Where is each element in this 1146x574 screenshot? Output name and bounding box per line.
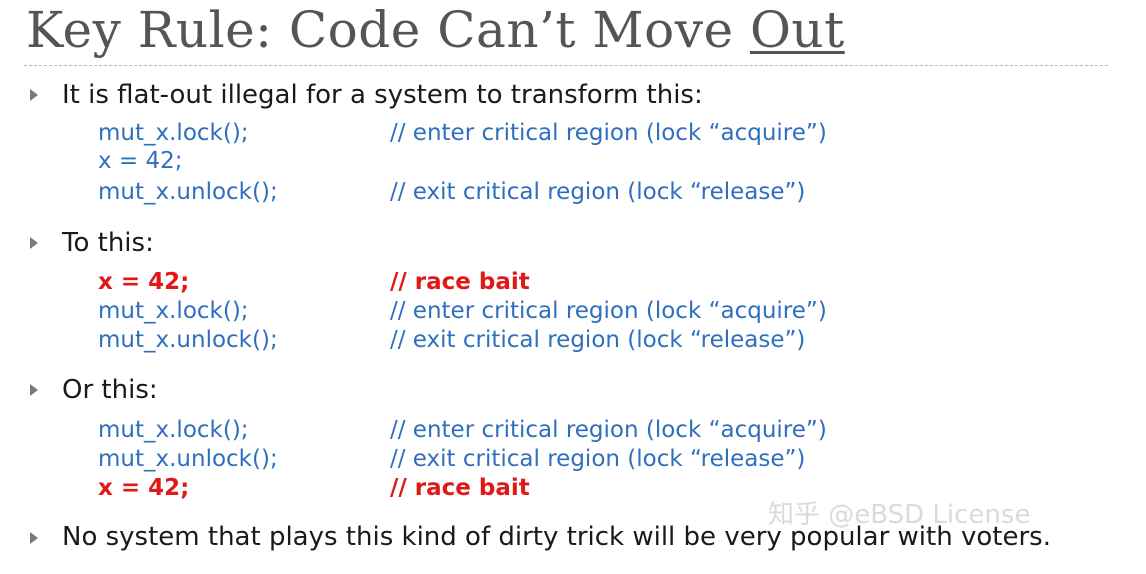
code-line: mut_x.unlock(); xyxy=(98,327,278,353)
code-comment: // enter critical region (lock “acquire”… xyxy=(390,298,827,324)
code-comment: // exit critical region (lock “release”) xyxy=(390,446,806,472)
bullet-text: No system that plays this kind of dirty … xyxy=(62,522,1051,552)
code-comment: // exit critical region (lock “release”) xyxy=(390,179,806,205)
title-main: Key Rule: Code Can’t Move xyxy=(26,1,750,59)
bullet-arrow-icon xyxy=(30,89,38,101)
code-line-race: x = 42; xyxy=(98,269,190,295)
code-line: mut_x.unlock(); xyxy=(98,446,278,472)
code-comment: // enter critical region (lock “acquire”… xyxy=(390,120,827,146)
bullet-text: To this: xyxy=(62,228,154,258)
slide-title: Key Rule: Code Can’t Move Out xyxy=(26,0,845,60)
code-line: mut_x.lock(); xyxy=(98,298,249,324)
slide: Key Rule: Code Can’t Move Out It is flat… xyxy=(0,0,1146,574)
bullet-arrow-icon xyxy=(30,532,38,544)
bullet-arrow-icon xyxy=(30,237,38,249)
code-line: mut_x.lock(); xyxy=(98,417,249,443)
bullet-text: It is flat-out illegal for a system to t… xyxy=(62,80,703,110)
title-underlined-word: Out xyxy=(749,1,845,59)
code-comment-race: // race bait xyxy=(390,269,530,295)
code-comment: // enter critical region (lock “acquire”… xyxy=(390,417,827,443)
code-line: mut_x.lock(); xyxy=(98,120,249,146)
code-comment-race: // race bait xyxy=(390,475,530,501)
bullet-text: Or this: xyxy=(62,375,158,405)
code-line-race: x = 42; xyxy=(98,475,190,501)
bullet-arrow-icon xyxy=(30,384,38,396)
title-divider xyxy=(24,65,1108,66)
code-line: mut_x.unlock(); xyxy=(98,179,278,205)
code-line: x = 42; xyxy=(98,148,183,174)
code-comment: // exit critical region (lock “release”) xyxy=(390,327,806,353)
